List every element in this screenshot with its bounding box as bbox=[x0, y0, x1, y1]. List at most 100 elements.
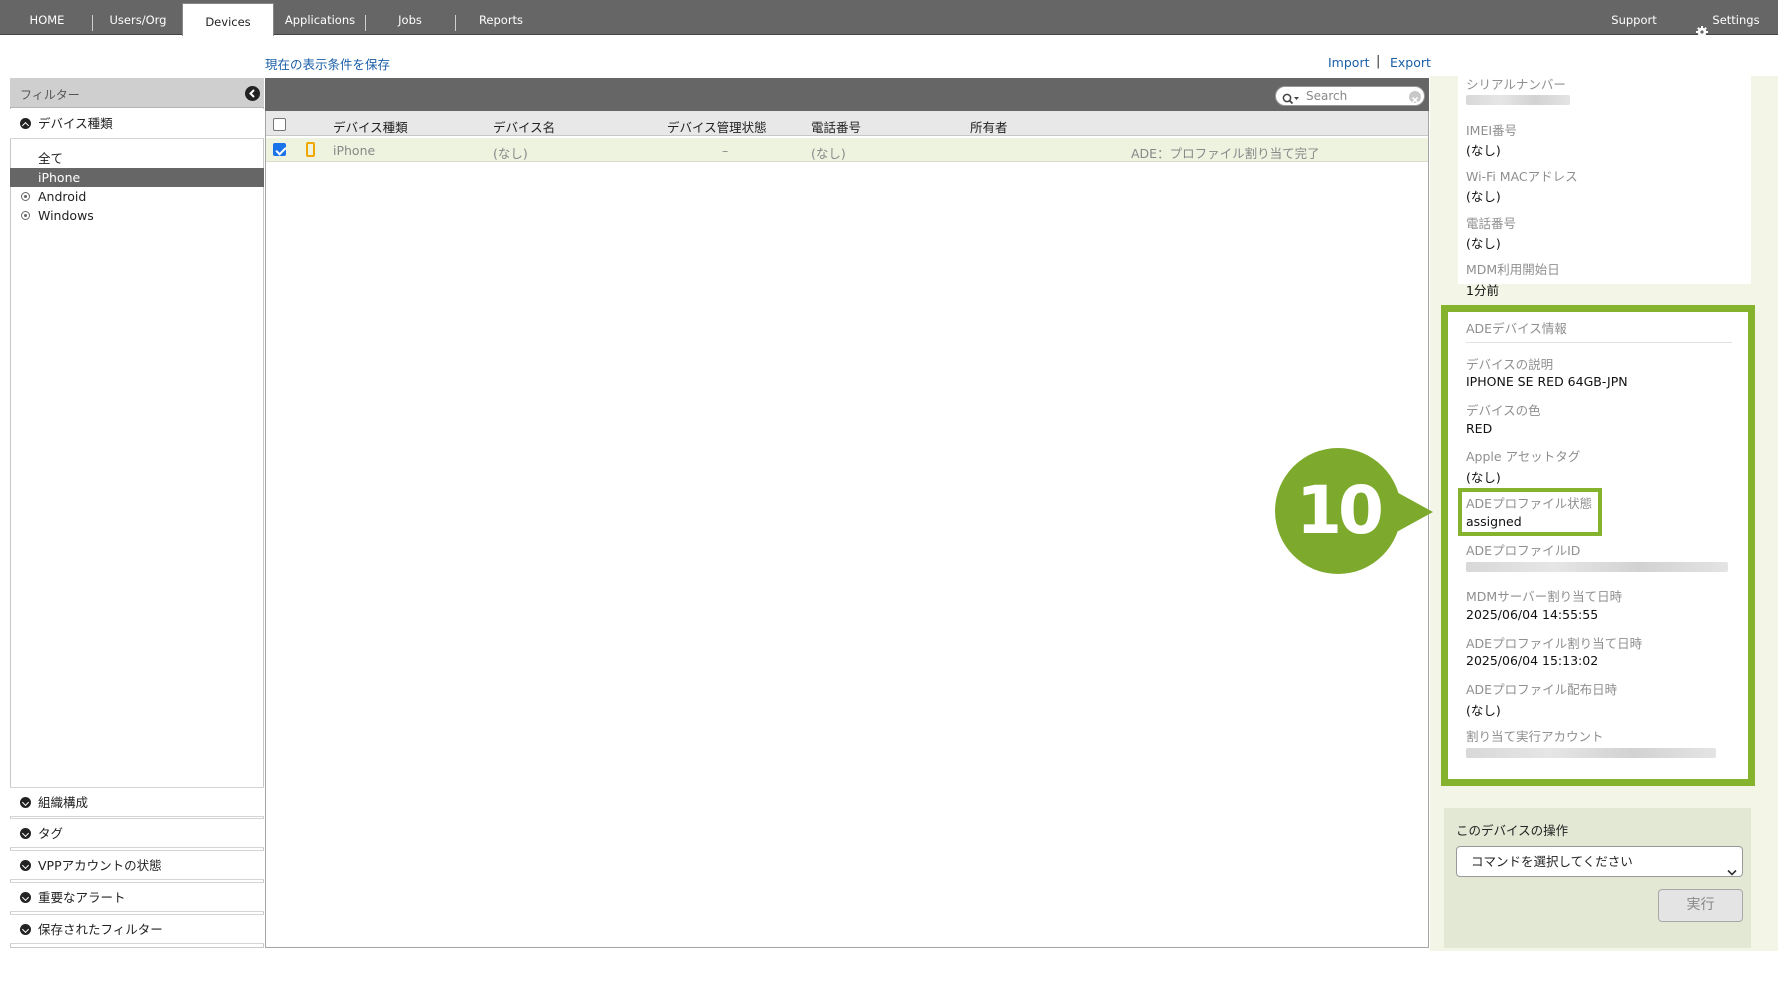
expand-icon bbox=[20, 860, 31, 871]
field-label: ADEプロファイル状態 bbox=[1466, 496, 1593, 511]
top-nav: HOME Users/Org Devices Applications Jobs… bbox=[0, 0, 1778, 38]
cell-ade-status: ADE：プロファイル割り当て完了 bbox=[1131, 146, 1320, 161]
field-value: (なし) bbox=[1466, 143, 1501, 158]
field-value: IPHONE SE RED 64GB-JPN bbox=[1466, 374, 1628, 389]
sidebar-item-iphone[interactable]: iPhone bbox=[10, 168, 264, 187]
divider bbox=[1466, 342, 1732, 343]
cell-mgmt-status: – bbox=[722, 143, 729, 158]
section-alerts[interactable]: 重要なアラート bbox=[10, 882, 264, 912]
blurred-value bbox=[1466, 562, 1728, 572]
expand-icon[interactable] bbox=[21, 211, 30, 220]
device-type-section[interactable]: デバイス種類 bbox=[10, 109, 264, 139]
column-header[interactable]: 所有者 bbox=[970, 117, 1008, 136]
select-all-checkbox[interactable] bbox=[273, 118, 286, 131]
tree-label: Windows bbox=[38, 208, 94, 223]
cell-device-name: (なし) bbox=[493, 146, 528, 161]
filter-header: フィルター bbox=[10, 78, 264, 108]
operations-title: このデバイスの操作 bbox=[1456, 823, 1569, 838]
collapse-sidebar-icon[interactable] bbox=[245, 86, 260, 101]
chevron-down-icon bbox=[1727, 858, 1737, 887]
export-link[interactable]: Export bbox=[1390, 55, 1431, 70]
settings-link[interactable]: Settings bbox=[1692, 0, 1762, 38]
expand-icon bbox=[20, 797, 31, 808]
column-header[interactable]: デバイス管理状態 bbox=[667, 117, 767, 136]
tree-label: iPhone bbox=[38, 170, 81, 185]
device-operations: このデバイスの操作 bbox=[1444, 808, 1751, 948]
expand-icon bbox=[20, 828, 31, 839]
tab-applications[interactable]: Applications bbox=[282, 0, 358, 35]
cell-device-type: iPhone bbox=[333, 143, 376, 158]
field-label: ADEプロファイル割り当て日時 bbox=[1466, 636, 1643, 651]
field-label: デバイスの説明 bbox=[1466, 357, 1554, 372]
search-icon bbox=[1282, 90, 1300, 109]
expand-icon[interactable] bbox=[21, 192, 30, 201]
import-link[interactable]: Import bbox=[1328, 55, 1370, 70]
field-label: 電話番号 bbox=[1466, 216, 1517, 231]
field-label: MDM利用開始日 bbox=[1466, 262, 1560, 277]
gear-icon bbox=[1696, 14, 1708, 38]
filter-title: フィルター bbox=[20, 88, 80, 102]
field-label: ADEプロファイルID bbox=[1466, 543, 1581, 558]
column-header[interactable]: デバイス名 bbox=[493, 117, 555, 136]
nav-divider bbox=[365, 15, 366, 31]
field-label: ADEプロファイル配布日時 bbox=[1466, 682, 1618, 697]
field-value: (なし) bbox=[1466, 189, 1501, 204]
field-label: シリアルナンバー bbox=[1466, 77, 1566, 92]
column-header[interactable]: デバイス種類 bbox=[333, 117, 408, 136]
device-type-header: デバイス種類 bbox=[38, 116, 113, 131]
tree-label: Android bbox=[38, 189, 87, 204]
section-label: 保存されたフィルター bbox=[38, 922, 163, 937]
field-value: (なし) bbox=[1466, 236, 1501, 251]
run-button[interactable]: 実行 bbox=[1658, 889, 1743, 922]
expand-icon bbox=[20, 892, 31, 903]
section-vpp[interactable]: VPPアカウントの状態 bbox=[10, 850, 264, 880]
field-label: MDMサーバー割り当て日時 bbox=[1466, 589, 1623, 604]
step-callout: 10 bbox=[1275, 448, 1401, 574]
ade-section-title: ADEデバイス情報 bbox=[1466, 321, 1567, 336]
nav-divider bbox=[92, 15, 93, 31]
field-value: 1分前 bbox=[1466, 283, 1499, 298]
search-placeholder: Search bbox=[1306, 89, 1348, 103]
field-label: IMEI番号 bbox=[1466, 123, 1518, 138]
section-org[interactable]: 組織構成 bbox=[10, 787, 264, 817]
tab-users-org[interactable]: Users/Org bbox=[98, 0, 178, 35]
collapse-icon bbox=[20, 118, 31, 129]
section-label: VPPアカウントの状態 bbox=[38, 858, 162, 873]
field-value: assigned bbox=[1466, 514, 1522, 529]
section-label: タグ bbox=[38, 826, 64, 841]
sidebar-item-all[interactable]: 全て bbox=[10, 149, 264, 168]
section-saved-filters[interactable]: 保存されたフィルター bbox=[10, 914, 264, 944]
link-separator: | bbox=[1376, 54, 1381, 69]
field-label: デバイスの色 bbox=[1466, 403, 1541, 418]
field-value: 2025/06/04 15:13:02 bbox=[1466, 653, 1599, 668]
row-checkbox[interactable] bbox=[273, 143, 286, 156]
search-input[interactable]: Search bbox=[1275, 86, 1425, 106]
clear-search-icon[interactable] bbox=[1409, 91, 1421, 104]
tab-reports[interactable]: Reports bbox=[470, 0, 532, 35]
section-tags[interactable]: タグ bbox=[10, 818, 264, 848]
field-label: Apple アセットタグ bbox=[1466, 449, 1581, 464]
support-link[interactable]: Support bbox=[1600, 0, 1668, 35]
sidebar-item-android[interactable]: Android bbox=[10, 187, 264, 206]
sidebar-item-windows[interactable]: Windows bbox=[10, 206, 264, 225]
column-header[interactable]: 電話番号 bbox=[811, 117, 861, 136]
tab-devices[interactable]: Devices bbox=[182, 3, 274, 36]
field-value: (なし) bbox=[1466, 470, 1501, 485]
cell-phone: (なし) bbox=[811, 146, 846, 161]
section-label: 重要なアラート bbox=[38, 890, 126, 905]
tree-label: 全て bbox=[38, 151, 64, 166]
iphone-icon bbox=[306, 142, 315, 157]
save-view-link[interactable]: 現在の表示条件を保存 bbox=[265, 54, 390, 73]
field-label: Wi-Fi MACアドレス bbox=[1466, 169, 1578, 184]
nav-divider bbox=[455, 15, 456, 31]
command-select-value: コマンドを選択してください bbox=[1471, 854, 1633, 869]
grid-toolbar bbox=[265, 78, 1429, 111]
tab-home[interactable]: HOME bbox=[12, 0, 82, 35]
tab-jobs[interactable]: Jobs bbox=[380, 0, 440, 35]
field-value: RED bbox=[1466, 421, 1493, 436]
field-value: 2025/06/04 14:55:55 bbox=[1466, 607, 1599, 622]
command-select[interactable]: コマンドを選択してください bbox=[1456, 846, 1743, 877]
field-value: (なし) bbox=[1466, 703, 1501, 718]
field-label: 割り当て実行アカウント bbox=[1466, 729, 1604, 744]
blurred-value bbox=[1466, 748, 1716, 758]
